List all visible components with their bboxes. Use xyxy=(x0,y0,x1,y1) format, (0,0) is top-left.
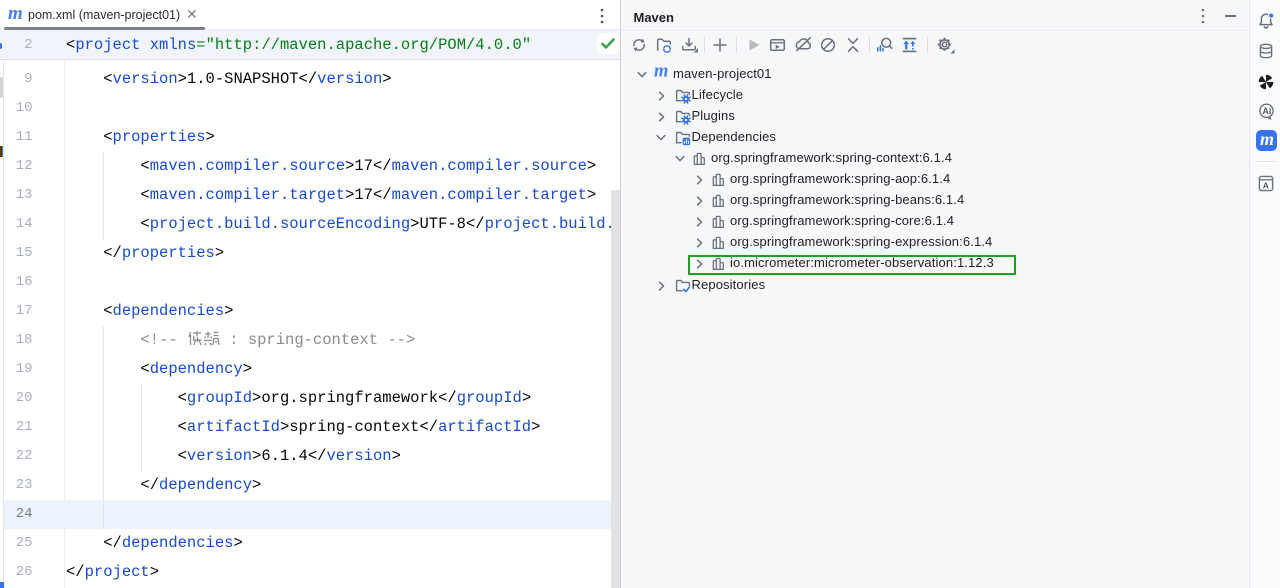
svg-text:A: A xyxy=(1263,180,1269,190)
svg-text:Ai: Ai xyxy=(1262,106,1271,116)
